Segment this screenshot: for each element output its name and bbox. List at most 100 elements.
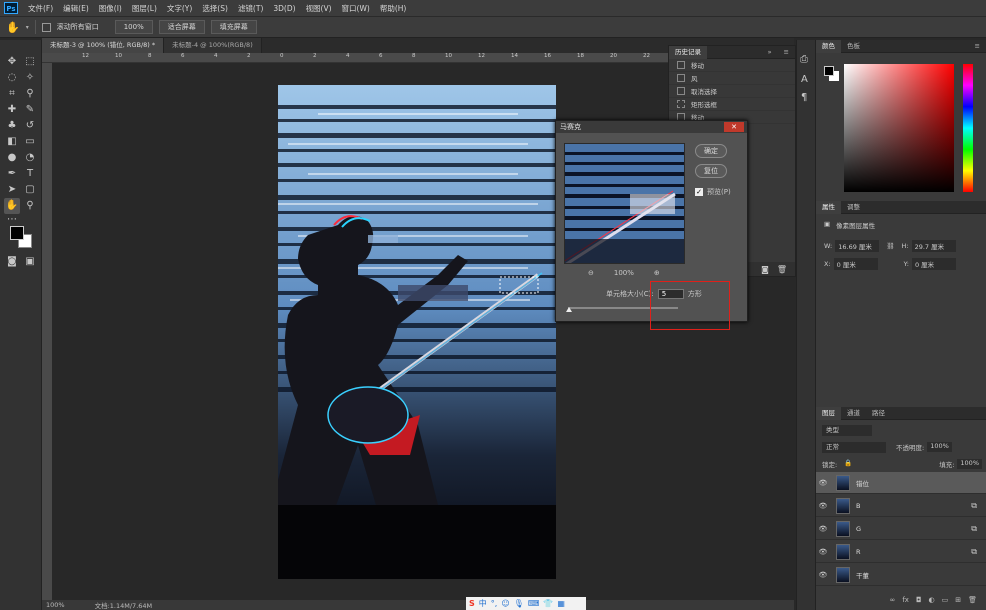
keyboard-icon[interactable]: ⌨ [528, 598, 540, 610]
close-icon[interactable]: ✕ [724, 122, 744, 132]
preview-toggle[interactable]: ✓ 预览(P) [695, 187, 731, 197]
trash-icon[interactable]: 🗑 [777, 265, 787, 274]
layer-style-icon[interactable]: ⧉ [971, 547, 977, 557]
path-select-icon[interactable]: ➤ [4, 182, 20, 198]
menu-type[interactable]: 文字(Y) [162, 3, 197, 14]
tab-untitled-4[interactable]: 未标题-4 @ 100%(RGB/8) [164, 38, 262, 53]
menu-image[interactable]: 图像(I) [94, 3, 127, 14]
x-field[interactable]: 0 厘米 [833, 258, 878, 270]
status-zoom[interactable]: 100% [46, 601, 65, 609]
menu-select[interactable]: 选择(S) [197, 3, 233, 14]
layer-row[interactable]: 👁 干董 [816, 564, 986, 586]
scroll-all-checkbox[interactable] [41, 22, 51, 32]
chevron-down-icon[interactable]: ▾ [26, 24, 29, 31]
zoom-in-icon[interactable]: ⊕ [654, 269, 660, 277]
tab-swatches[interactable]: 色板 [841, 40, 866, 53]
type-tool-icon[interactable]: T [22, 166, 38, 182]
eye-icon[interactable]: 👁 [816, 479, 830, 487]
shape-tool-icon[interactable]: ▢ [22, 182, 38, 198]
lasso-tool-icon[interactable]: ◌ [4, 70, 20, 86]
layer-filter-select[interactable]: 类型 [822, 425, 872, 436]
tab-history[interactable]: 历史记录 [669, 45, 707, 59]
gradient-tool-icon[interactable]: ▭ [22, 134, 38, 150]
history-row[interactable]: 风 [669, 72, 795, 85]
magic-wand-icon[interactable]: ✧ [22, 70, 38, 86]
layer-style-icon[interactable]: ⧉ [971, 524, 977, 534]
menu-3d[interactable]: 3D(D) [268, 4, 300, 13]
history-row[interactable]: 移动 [669, 59, 795, 72]
h-field[interactable]: 29.7 厘米 [911, 240, 956, 252]
zoom-100-button[interactable]: 100% [114, 20, 153, 34]
paragraph-panel-icon[interactable]: ¶ [801, 92, 807, 103]
menu-window[interactable]: 窗口(W) [337, 3, 375, 14]
delete-layer-icon[interactable]: 🗑 [968, 596, 977, 608]
eraser-tool-icon[interactable]: ◧ [4, 134, 20, 150]
brush-tool-icon[interactable]: ✎ [22, 102, 38, 118]
history-panel-icon[interactable]: ⎙ [800, 54, 808, 65]
tab-layers[interactable]: 图层 [816, 406, 841, 420]
eyedropper-icon[interactable]: ⚲ [22, 86, 38, 102]
history-row[interactable]: 取消选择 [669, 85, 795, 98]
zoom-out-icon[interactable]: ⊖ [588, 269, 594, 277]
opacity-field[interactable]: 100% [927, 442, 952, 452]
toolbox-icon[interactable]: ▦ [557, 598, 565, 610]
link-layers-icon[interactable]: ∞ [890, 596, 896, 608]
layer-row[interactable]: 👁 G ⧉ [816, 518, 986, 540]
tab-paths[interactable]: 路径 [866, 407, 891, 420]
punctuation-icon[interactable]: °, [491, 598, 498, 610]
history-brush-icon[interactable]: ↺ [22, 118, 38, 134]
eye-icon[interactable]: 👁 [816, 502, 830, 510]
layer-name[interactable]: 干董 [856, 570, 869, 580]
quick-mask-icon[interactable]: ◙ [4, 254, 20, 270]
adjustment-icon[interactable]: ◐ [929, 596, 935, 608]
y-field[interactable]: 0 厘米 [911, 258, 956, 270]
menu-filter[interactable]: 滤镜(T) [233, 3, 268, 14]
clone-stamp-icon[interactable]: ♣ [4, 118, 20, 134]
menu-layer[interactable]: 图层(L) [127, 3, 162, 14]
eye-icon[interactable]: 👁 [816, 525, 830, 533]
move-tool-icon[interactable]: ✥ [4, 54, 20, 70]
layer-name[interactable]: 错位 [856, 478, 869, 488]
zoom-tool-icon[interactable]: ⚲ [22, 198, 38, 214]
layer-name[interactable]: B [856, 502, 860, 510]
menu-view[interactable]: 视图(V) [301, 3, 337, 14]
menu-file[interactable]: 文件(F) [23, 3, 58, 14]
blur-tool-icon[interactable]: ● [4, 150, 20, 166]
menu-edit[interactable]: 编辑(E) [58, 3, 94, 14]
eye-icon[interactable]: 👁 [816, 571, 830, 579]
reset-button[interactable]: 复位 [695, 164, 727, 178]
eye-icon[interactable]: 👁 [816, 548, 830, 556]
mask-icon[interactable]: ◘ [916, 596, 922, 608]
healing-brush-icon[interactable]: ✚ [4, 102, 20, 118]
new-layer-icon[interactable]: ⊞ [955, 596, 961, 608]
collapse-icon[interactable]: » [762, 46, 778, 59]
fit-screen-button[interactable]: 适合屏幕 [158, 20, 205, 34]
history-row[interactable]: 矩形选框 [669, 98, 795, 111]
color-field[interactable] [844, 64, 954, 192]
w-field[interactable]: 16.69 厘米 [835, 240, 880, 252]
skin-icon[interactable]: 👕 [543, 598, 553, 610]
tab-channels[interactable]: 通道 [841, 407, 866, 420]
fill-screen-button[interactable]: 填充屏幕 [210, 20, 257, 34]
tab-properties[interactable]: 属性 [816, 200, 841, 214]
tab-untitled-3[interactable]: 未标题-3 @ 100% (错位, RGB/8) * [42, 38, 165, 53]
fg-swatch[interactable] [824, 66, 834, 76]
crop-tool-icon[interactable]: ⌗ [4, 86, 20, 102]
fill-field[interactable]: 100% [957, 459, 982, 469]
dodge-tool-icon[interactable]: ◔ [22, 150, 38, 166]
ok-button[interactable]: 确定 [695, 144, 727, 158]
blend-mode-select[interactable]: 正常 [822, 442, 886, 453]
layer-row[interactable]: 👁 B ⧉ [816, 495, 986, 517]
layer-row[interactable]: 👁 错位 [816, 472, 986, 494]
sogou-logo-icon[interactable]: S [469, 598, 475, 610]
slider-handle[interactable] [566, 307, 572, 312]
tab-color[interactable]: 颜色 [816, 39, 841, 53]
marquee-tool-icon[interactable]: ⬚ [22, 54, 38, 70]
layer-name[interactable]: G [856, 525, 861, 533]
folder-icon[interactable]: ▭ [942, 596, 949, 608]
link-icon[interactable]: ⛓ [886, 242, 894, 250]
lock-icon[interactable]: 🔒 [844, 459, 852, 469]
hue-slider[interactable] [963, 64, 973, 192]
screen-mode-icon[interactable]: ▣ [22, 254, 38, 270]
menu-help[interactable]: 帮助(H) [375, 3, 412, 14]
